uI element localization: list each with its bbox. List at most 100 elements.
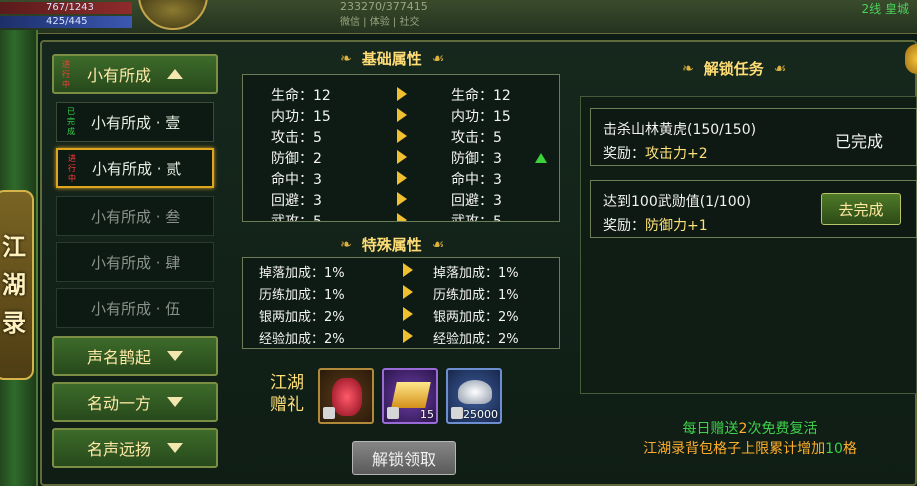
book-title-char: 录	[2, 308, 26, 337]
attr-left: 生命：12	[271, 88, 331, 104]
left-nav: 进行中 小有所成 已完成 小有所成 · 壹 进行中 小有所成 · 贰 小有所成 …	[44, 48, 224, 478]
nav-group-xiaoyou[interactable]: 进行中 小有所成	[52, 54, 218, 94]
chevron-down-icon	[167, 443, 183, 453]
attr-right: 防御：3	[451, 151, 502, 167]
bonus-text: 每日赠送	[682, 421, 739, 437]
gift-item-red-gem[interactable]	[318, 368, 374, 424]
special-attr-title-text: 特殊属性	[361, 236, 422, 254]
gift-label-line: 江湖	[270, 373, 304, 393]
book-title-char: 湖	[2, 270, 26, 299]
done-stamp: 已完成	[67, 107, 75, 136]
task-name: 达到100武勋值(1/100)	[603, 194, 751, 210]
nav-group-label: 小有所成	[86, 66, 151, 85]
nav-group-stamp: 进行中	[62, 60, 70, 89]
nav-group-label: 名动一方	[86, 394, 151, 413]
nav-subitem-label: 小有所成 · 壹	[91, 113, 181, 132]
chevron-down-icon	[167, 397, 183, 407]
task-item: 达到100武勋值(1/100) 奖励：防御力+1 去完成	[590, 180, 917, 238]
attr-left: 武攻：5	[271, 214, 322, 222]
bonus-line-1: 每日赠送2次免费复活	[610, 418, 890, 438]
nav-subitem-3[interactable]: 小有所成 · 叁	[56, 196, 214, 236]
attr-right: 命中：3	[451, 172, 502, 188]
nav-group-mingdong[interactable]: 名动一方	[52, 382, 218, 422]
reward-label: 奖励：	[603, 146, 645, 162]
arrow-right-icon	[403, 307, 413, 321]
special-attr-box: 掉落加成：1% 历练加成：1% 银两加成：2% 经验加成：2% 掉落加成：1% …	[242, 257, 560, 349]
nav-subitem-4[interactable]: 小有所成 · 肆	[56, 242, 214, 282]
cloud-ornament-icon: ☙	[431, 50, 445, 67]
nav-subitem-label: 小有所成 · 伍	[91, 299, 181, 318]
attr-left: 内功：15	[271, 109, 331, 125]
top-hud: 767/1243 425/445 233270/377415 微信 | 体验 |…	[0, 0, 917, 34]
cloud-ornament-icon: ❧	[682, 60, 694, 77]
lock-icon	[451, 407, 463, 419]
attr-right: 内功：15	[451, 109, 511, 125]
nav-subitem-2[interactable]: 进行中 小有所成 · 贰	[56, 148, 214, 188]
nav-group-shengming[interactable]: 声名鹊起	[52, 336, 218, 376]
book-title-plaque: 江 湖 录	[0, 190, 34, 380]
lock-icon	[387, 407, 399, 419]
arrow-right-icon	[397, 129, 407, 143]
nav-subitem-5[interactable]: 小有所成 · 伍	[56, 288, 214, 328]
nav-group-mingsheng[interactable]: 名声远扬	[52, 428, 218, 468]
scroll-rod: 江 湖 录	[0, 30, 38, 486]
hud-bars: 767/1243 425/445	[0, 0, 132, 30]
nav-subitem-label: 小有所成 · 叁	[91, 207, 181, 226]
arrow-right-icon	[403, 329, 413, 343]
reward-label: 奖励：	[603, 218, 645, 234]
attr-right: 回避：3	[451, 193, 502, 209]
attr-right: 历练加成：1%	[433, 288, 519, 303]
attr-left: 回避：3	[271, 193, 322, 209]
task-name: 击杀山林黄虎(150/150)	[603, 122, 757, 138]
attr-right: 银两加成：2%	[433, 310, 519, 325]
hud-center-sub: 微信 | 体验 | 社交	[340, 17, 420, 28]
bonus-number: 10	[825, 441, 843, 457]
hud-server-line: 2线 皇城	[861, 2, 909, 16]
gift-label-line: 赠礼	[270, 395, 304, 415]
nav-subitem-label: 小有所成 · 贰	[92, 159, 182, 178]
special-attr-title: ❧ 特殊属性 ☙	[330, 234, 454, 255]
arrow-right-icon	[397, 192, 407, 206]
go-complete-button[interactable]: 去完成	[821, 193, 901, 225]
reward-value: 防御力+1	[645, 218, 708, 234]
item-count: 15	[420, 408, 434, 421]
in-progress-stamp: 进行中	[68, 154, 76, 183]
nav-subitem-label: 小有所成 · 肆	[91, 253, 181, 272]
cloud-ornament-icon: ❧	[340, 236, 352, 253]
hud-center: 233270/377415 微信 | 体验 | 社交	[340, 0, 428, 28]
arrow-right-icon	[403, 263, 413, 277]
attr-left: 防御：2	[271, 151, 322, 167]
attr-right: 经验加成：2%	[433, 332, 519, 347]
basic-attr-title-text: 基础属性	[361, 50, 422, 68]
item-count: 25000	[463, 408, 498, 421]
arrow-right-icon	[397, 171, 407, 185]
gift-label: 江湖 赠礼	[266, 372, 308, 416]
silver-ingot-icon	[458, 380, 492, 404]
attr-left: 掉落加成：1%	[259, 266, 345, 281]
lock-icon	[323, 407, 335, 419]
cloud-ornament-icon: ☙	[431, 236, 445, 253]
hp-bar: 767/1243	[0, 2, 132, 14]
attr-left: 经验加成：2%	[259, 332, 345, 347]
bonus-text: 江湖录背包格子上限累计增加	[643, 441, 826, 457]
attr-left: 攻击：5	[271, 130, 322, 146]
hud-emblem-icon	[138, 0, 208, 30]
gift-item-silver-ingot[interactable]: 25000	[446, 368, 502, 424]
nav-subitem-1[interactable]: 已完成 小有所成 · 壹	[56, 102, 214, 142]
gold-bar-icon	[391, 382, 431, 408]
book-title-char: 江	[2, 232, 26, 261]
chevron-down-icon	[167, 351, 183, 361]
arrow-right-icon	[397, 213, 407, 221]
chevron-up-icon	[167, 69, 183, 79]
basic-attr-box[interactable]: 生命：12 内功：15 攻击：5 防御：2 命中：3 回避：3 武攻：5 生命：…	[242, 74, 560, 222]
arrow-right-icon	[397, 87, 407, 101]
task-reward: 奖励：防御力+1	[603, 215, 708, 235]
basic-attr-title: ❧ 基础属性 ☙	[330, 48, 454, 69]
arrow-right-icon	[403, 285, 413, 299]
unlock-claim-button[interactable]: 解锁领取	[352, 441, 456, 475]
close-icon[interactable]	[905, 44, 917, 74]
gift-item-gold-bar[interactable]: 15	[382, 368, 438, 424]
arrow-right-icon	[397, 108, 407, 122]
increase-arrow-icon	[535, 153, 547, 163]
attr-left: 命中：3	[271, 172, 322, 188]
